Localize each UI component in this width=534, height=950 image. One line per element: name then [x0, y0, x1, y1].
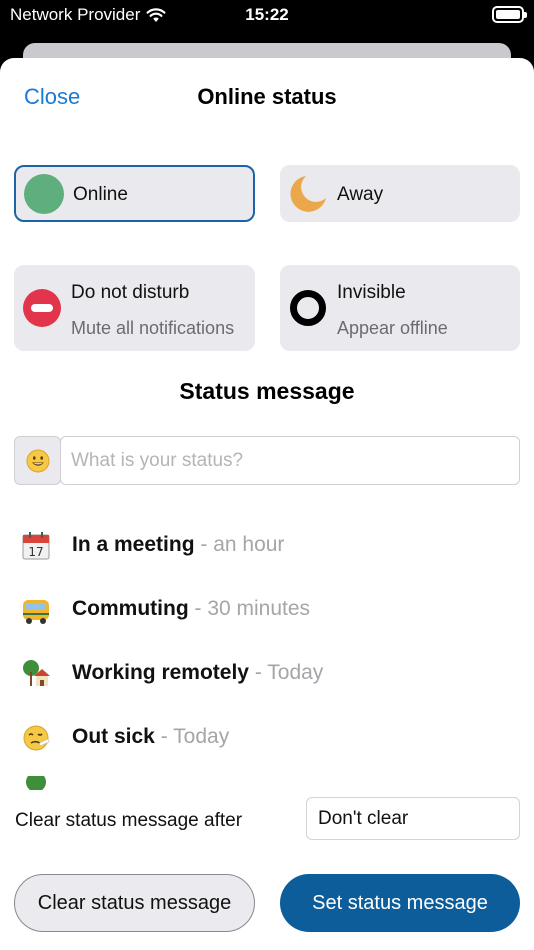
preset-duration: - 30 minutes: [188, 597, 311, 620]
status-option-label: Online: [73, 184, 128, 205]
plant-icon: [26, 776, 46, 790]
preset-name: In a meeting: [72, 533, 195, 556]
svg-text:17: 17: [28, 545, 43, 559]
status-option-sublabel: Appear offline: [337, 318, 448, 338]
preset-text: Working remotely - Today: [72, 661, 323, 685]
preset-duration: - Today: [154, 725, 230, 748]
preset-commuting[interactable]: Commuting - 30 minutes: [0, 584, 534, 636]
list-overflow-item: [0, 776, 534, 790]
preset-name: Out sick: [72, 725, 155, 748]
status-option-label: Invisible: [337, 282, 406, 303]
online-dot-icon: [24, 174, 64, 214]
preset-text: In a meeting - an hour: [72, 533, 284, 557]
preset-working-remotely[interactable]: Working remotely - Today: [0, 648, 534, 700]
clear-status-message-button[interactable]: Clear status message: [14, 874, 255, 932]
preset-text: Out sick - Today: [72, 725, 229, 749]
online-status-sheet: Close Online status Online Away Do not d…: [0, 58, 534, 950]
status-message-heading: Status message: [179, 378, 355, 404]
status-message-input[interactable]: [60, 436, 520, 485]
set-status-message-button[interactable]: Set status message: [280, 874, 520, 932]
minus-circle-icon: [23, 289, 61, 327]
preset-duration: - Today: [248, 661, 324, 684]
battery-icon: [492, 6, 527, 23]
status-bar: Network Provider 15:22: [0, 0, 534, 32]
status-option-label: Away: [337, 184, 384, 205]
sick-face-icon: [23, 725, 50, 751]
status-option-label: Do not disturb: [71, 282, 190, 303]
ring-icon: [290, 290, 326, 326]
bus-icon: [23, 600, 49, 624]
page-title: Online status: [197, 84, 337, 109]
preset-in-a-meeting[interactable]: 17 In a meeting - an hour: [0, 520, 534, 572]
moon-icon: [290, 176, 326, 212]
emoji-picker-button[interactable]: [14, 436, 61, 485]
clock: 15:22: [245, 5, 289, 24]
sheet-header: Close Online status: [0, 58, 534, 138]
preset-name: Commuting: [72, 597, 189, 620]
status-option-invisible[interactable]: Invisible Appear offline: [280, 265, 520, 351]
status-option-away[interactable]: Away: [280, 165, 520, 222]
status-option-sublabel: Mute all notifications: [71, 318, 235, 338]
clear-after-select[interactable]: Don't clear: [306, 797, 520, 840]
preset-duration: - an hour: [194, 533, 285, 556]
house-icon: [23, 660, 50, 686]
preset-out-sick[interactable]: Out sick - Today: [0, 712, 534, 764]
clear-after-label: Clear status message after: [15, 810, 243, 831]
preset-text: Commuting - 30 minutes: [72, 597, 310, 621]
grinning-face-icon: [26, 449, 49, 472]
status-option-do-not-disturb[interactable]: Do not disturb Mute all notifications: [14, 265, 255, 351]
status-option-online[interactable]: Online: [14, 165, 255, 222]
preset-name: Working remotely: [72, 661, 249, 684]
calendar-icon: 17: [22, 532, 50, 560]
